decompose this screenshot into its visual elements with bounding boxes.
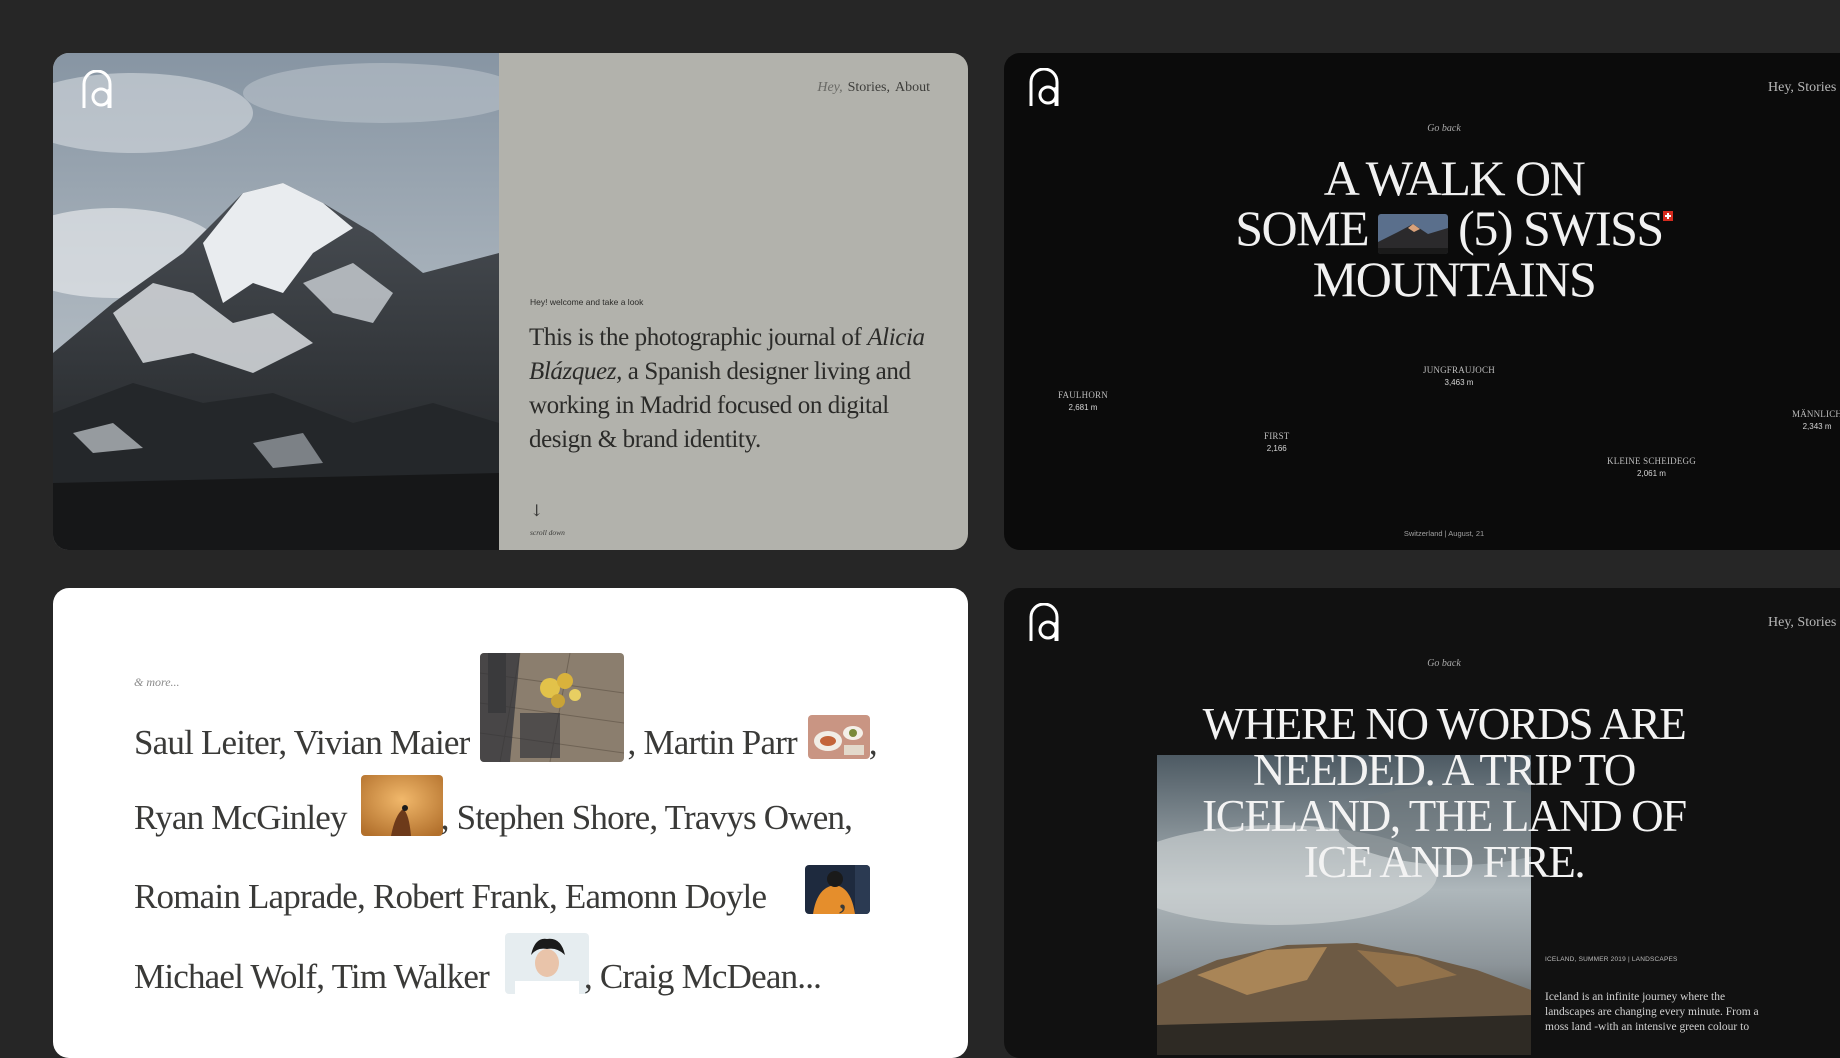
brand-logo[interactable]	[1028, 68, 1066, 108]
title-line-4: ICE AND FIRE.	[1303, 837, 1586, 887]
more-label: & more...	[134, 675, 180, 689]
names-line-3: Romain Laprade, Robert Frank, Eamonn Doy…	[134, 877, 847, 917]
story-intro-text: Iceland is an infinite journey where the…	[1545, 991, 1759, 1033]
story-title: A WALK ON SOME (5) SWISS MOUNTAINS	[1004, 153, 1840, 304]
top-nav[interactable]: Hey, Stories	[1768, 80, 1836, 96]
inline-mountain-thumbnail	[1378, 213, 1449, 254]
names-text: Michael Wolf, Tim Walker	[134, 957, 490, 996]
peak-kleine-scheidegg[interactable]: KLEINE SCHEIDEGG 2,061 m	[1607, 456, 1696, 478]
home-preview-card: Hey, Stories, About Hey! welcome and take …	[53, 53, 968, 550]
names-text: Ryan McGinley	[134, 798, 348, 837]
names-text: Romain Laprade, Robert Frank, Eamonn Doy…	[134, 877, 767, 916]
swiss-flag-icon	[1662, 211, 1673, 221]
peak-name: FIRST	[1264, 431, 1290, 441]
nav-hey-link[interactable]: Hey,	[817, 80, 842, 95]
peak-jungfraujoch[interactable]: JUNGFRAUJOCH 3,463 m	[1423, 365, 1495, 387]
title-line-2: NEEDED. A TRIP TO	[1252, 745, 1636, 795]
intro-paragraph: This is the photographic journal of Alic…	[529, 321, 929, 457]
swiss-story-card: Hey, Stories Go back A WALK ON SOME (5) S…	[1004, 53, 1840, 550]
brand-logo[interactable]	[1028, 603, 1066, 643]
names-text: , Martin Parr	[627, 723, 797, 762]
peak-height: 2,343 m	[1802, 422, 1832, 431]
peak-height: 2,681 m	[1068, 403, 1098, 412]
peak-first[interactable]: FIRST 2,166	[1264, 431, 1290, 453]
mountain-photo	[53, 53, 499, 550]
title-words-swiss: (5) SWISS	[1458, 200, 1664, 256]
title-word-some: SOME	[1235, 200, 1369, 256]
names-text: Saul Leiter, Vivian Maier	[134, 723, 470, 762]
peak-name: KLEINE SCHEIDEGG	[1607, 456, 1696, 466]
names-line-4: Michael Wolf, Tim Walker , Craig McDean..…	[134, 957, 822, 997]
arrow-down-icon[interactable]: ↓	[530, 501, 543, 520]
names-line-1: Saul Leiter, Vivian Maier , Martin Parr,	[134, 723, 878, 763]
names-text: ,	[838, 877, 847, 916]
story-meta: ICELAND, SUMMER 2019 | LANDSCAPES	[1545, 956, 1678, 963]
go-back-link[interactable]: Go back	[1004, 123, 1840, 134]
nav-stories-link[interactable]: Stories,	[848, 80, 890, 95]
top-nav: Hey, Stories, About	[812, 80, 930, 96]
story-title: WHERE NO WORDS ARE NEEDED. A TRIP TO ICE…	[1144, 701, 1744, 885]
welcome-label: Hey! welcome and take a look	[530, 297, 644, 307]
title-line-3: ICELAND, THE LAND OF	[1202, 791, 1687, 841]
peak-height: 2,061 m	[1637, 469, 1666, 478]
go-back-link[interactable]: Go back	[1004, 658, 1840, 669]
names-line-2: Ryan McGinley , Stephen Shore, Travys Owe…	[134, 798, 853, 838]
title-line-1: WHERE NO WORDS ARE	[1202, 699, 1687, 749]
peak-height: 3,463 m	[1444, 378, 1474, 387]
intro-text-start: This is the photographic journal of	[529, 324, 868, 351]
peak-faulhorn[interactable]: FAULHORN 2,681 m	[1058, 390, 1108, 412]
peak-height: 2,166	[1266, 444, 1287, 453]
brand-logo[interactable]	[81, 70, 119, 110]
iceland-story-card: Hey, Stories Go back WHERE NO WORDS ARE …	[1004, 588, 1840, 1058]
story-footer: Switzerland | August, 21	[1403, 529, 1485, 538]
peak-name: MÄNNLICH	[1792, 409, 1840, 419]
peak-mannlichen[interactable]: MÄNNLICH 2,343 m	[1792, 409, 1840, 431]
title-line-1: A WALK ON	[1323, 150, 1586, 206]
names-text: , Craig McDean...	[583, 957, 822, 996]
scroll-down-label[interactable]: scroll down	[530, 528, 565, 537]
peak-name: JUNGFRAUJOCH	[1423, 365, 1495, 375]
top-nav[interactable]: Hey, Stories	[1768, 615, 1836, 631]
title-line-2: SOME (5) SWISS	[1004, 203, 1840, 254]
photographers-card: & more... Saul Leiter, Vivian Maier , Mar…	[53, 588, 968, 1058]
peak-name: FAULHORN	[1058, 390, 1108, 400]
names-text: , Stephen Shore, Travys Owen,	[440, 798, 853, 837]
title-line-3: MOUNTAINS	[1312, 250, 1597, 307]
names-text: ,	[868, 723, 878, 762]
nav-about-link[interactable]: About	[895, 80, 930, 95]
